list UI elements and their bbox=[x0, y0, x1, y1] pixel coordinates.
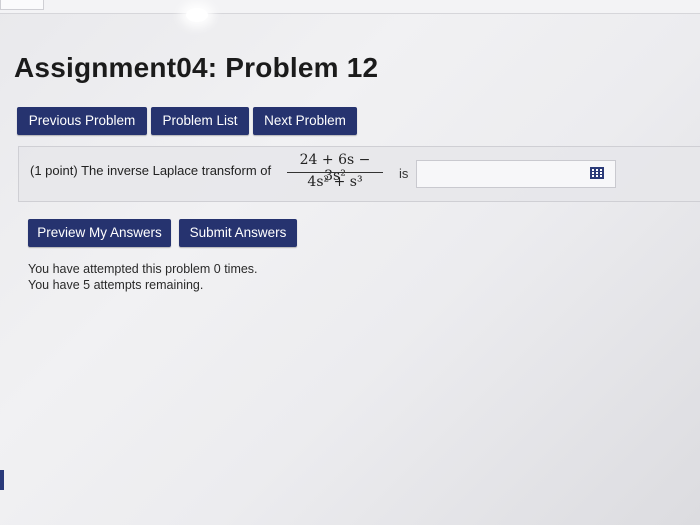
fraction-denominator: 4s² + s³ bbox=[307, 174, 363, 190]
problem-suffix: is bbox=[399, 166, 409, 181]
previous-problem-button[interactable]: Previous Problem bbox=[17, 107, 147, 135]
answer-input[interactable] bbox=[416, 160, 616, 188]
top-tab[interactable] bbox=[0, 0, 44, 10]
fraction-bar bbox=[287, 172, 383, 173]
browser-top-strip bbox=[0, 0, 700, 14]
attempted-text: You have attempted this problem 0 times. bbox=[28, 262, 258, 276]
next-problem-button[interactable]: Next Problem bbox=[253, 107, 357, 135]
problem-list-button[interactable]: Problem List bbox=[151, 107, 249, 135]
laplace-fraction: 24 + 6s − 3s² 4s² + s³ bbox=[287, 150, 383, 194]
submit-answers-button[interactable]: Submit Answers bbox=[179, 219, 297, 247]
screen-glare bbox=[186, 8, 208, 22]
attempts-info: You have attempted this problem 0 times.… bbox=[28, 261, 258, 293]
grid-icon[interactable] bbox=[590, 167, 604, 179]
preview-answers-button[interactable]: Preview My Answers bbox=[28, 219, 171, 247]
left-edge-marker bbox=[0, 470, 4, 490]
page-title: Assignment04: Problem 12 bbox=[14, 52, 379, 83]
problem-statement: (1 point) The inverse Laplace transform … bbox=[30, 163, 272, 178]
remaining-text: You have 5 attempts remaining. bbox=[28, 278, 204, 292]
